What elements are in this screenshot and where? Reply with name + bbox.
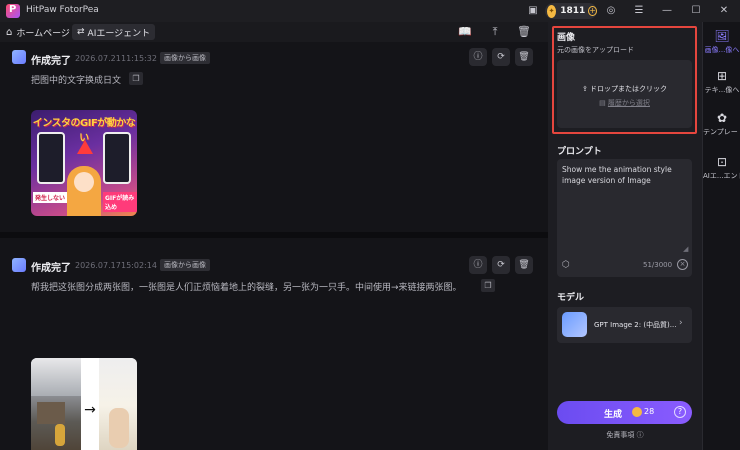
image-arrow: → [84, 402, 96, 418]
rail-label: テキ...像へ [704, 86, 740, 94]
home-label: ホームページ [16, 28, 70, 39]
minimize-icon[interactable]: — [660, 4, 674, 18]
generation-card: 作成完了 2026.07.17 15:02:14 画像から画像 ⓘ ⟳ 🗑 帮我… [0, 238, 548, 450]
rail-label: AIエ...エント [703, 172, 740, 180]
regenerate-button[interactable]: ⟳ [492, 48, 510, 66]
generation-card: 作成完了 2026.07.21 11:15:32 画像から画像 ⓘ ⟳ 🗑 把图… [0, 42, 548, 232]
warning-icon [77, 140, 93, 154]
prompt-textarea[interactable]: Show me the animation style image versio… [557, 159, 692, 277]
char-counter: 51/3000 [643, 261, 673, 269]
result-image[interactable]: インスタのGIFが動かない 発生しない GIFが読み込め [31, 110, 137, 216]
coin-icon: ✦ [547, 4, 557, 18]
notification-icon[interactable]: ▣ [526, 4, 540, 18]
character-face [74, 172, 94, 192]
close-icon[interactable]: ✕ [717, 4, 731, 18]
copy-prompt-button[interactable]: ❐ [481, 279, 495, 292]
prompt-text: 帮我把这张图分成两张图，一张图是人们正烦恼着地上的裂缝，另一张为一只手。中间使用… [31, 283, 462, 293]
generate-cost: 28 [644, 407, 655, 416]
toolbar: ⌂ ホームページ ⇄ AIエージェント 📖 ⤒ 🗑 [0, 22, 548, 42]
chevron-right-icon: › [679, 318, 683, 328]
image-label-left: 発生しない [33, 192, 68, 203]
rail-label: テンプレート [703, 128, 740, 136]
card-date: 2026.07.21 [75, 54, 121, 63]
menu-icon[interactable]: ☰ [632, 4, 646, 18]
maximize-icon[interactable]: ☐ [689, 4, 703, 18]
avatar [12, 258, 26, 272]
clear-prompt-icon[interactable]: × [677, 259, 688, 270]
swap-icon: ⇄ [77, 27, 85, 37]
phone-illustration [37, 132, 65, 184]
credits-count: 1811 [560, 6, 586, 16]
model-selector[interactable]: GPT Image 2: (中品質)... › [557, 307, 692, 343]
mode-tag: 画像から画像 [160, 52, 210, 64]
info-button[interactable]: ⓘ [469, 48, 487, 66]
rail-item-ai-agent[interactable]: ⊡ AIエ...エント [703, 154, 740, 181]
card-time: 11:15:32 [121, 54, 157, 63]
generation-feed: 作成完了 2026.07.21 11:15:32 画像から画像 ⓘ ⟳ 🗑 把图… [0, 42, 548, 450]
card-title: 作成完了 [31, 263, 71, 274]
ai-agent-button[interactable]: ⇄ AIエージェント [72, 24, 156, 40]
delete-button[interactable]: 🗑 [515, 256, 533, 274]
image-label-right: GIFが読み込め [103, 192, 137, 212]
title-bar: HitPaw FotorPea ▣ ✦ 1811 + ◎ ☰ — ☐ ✕ [0, 0, 740, 22]
resize-handle-icon[interactable]: ◢ [683, 245, 688, 253]
avatar [12, 50, 26, 64]
prompt-enhance-icon[interactable]: ⬡ [562, 260, 570, 270]
generate-button[interactable]: 生成 28 ? [557, 401, 692, 424]
regenerate-button[interactable]: ⟳ [492, 256, 510, 274]
highlight-box [552, 26, 697, 134]
result-image[interactable]: → [31, 358, 137, 450]
credits-badge[interactable]: ✦ 1811 + [545, 3, 597, 19]
disclaimer-link[interactable]: 免責事項 ⓘ [548, 430, 702, 440]
home-icon: ⌂ [6, 26, 13, 38]
book-icon[interactable]: 📖 [458, 25, 472, 39]
home-button[interactable]: ⌂ ホームページ [6, 25, 70, 39]
ai-agent-label: AIエージェント [87, 28, 151, 39]
info-button[interactable]: ⓘ [469, 256, 487, 274]
model-name: GPT Image 2: (中品質)... [594, 321, 677, 329]
card-date: 2026.07.17 [75, 261, 121, 270]
card-time: 15:02:14 [121, 261, 157, 270]
trash-icon[interactable]: 🗑 [517, 25, 531, 39]
template-icon: ✿ [716, 111, 728, 125]
model-thumbnail [562, 312, 587, 337]
prompt-section-label: プロンプト [557, 147, 602, 157]
crack-scene-illustration [31, 358, 81, 450]
rail-item-template[interactable]: ✿ テンプレート [703, 110, 740, 137]
delete-button[interactable]: 🗑 [515, 48, 533, 66]
hand-illustration [99, 358, 137, 450]
card-title: 作成完了 [31, 56, 71, 67]
text-to-image-icon: ⊞ [716, 69, 728, 83]
side-rail: 🖼 画像...像へ ⊞ テキ...像へ ✿ テンプレート ⊡ AIエ...エント [702, 22, 740, 450]
coin-icon [632, 407, 642, 417]
phone-illustration [103, 132, 131, 184]
model-section-label: モデル [557, 293, 585, 303]
account-icon[interactable]: ◎ [604, 4, 618, 18]
rail-label: 画像...像へ [704, 46, 740, 54]
ai-agent-icon: ⊡ [716, 155, 728, 169]
mode-tag: 画像から画像 [160, 259, 210, 271]
image-icon: 🖼 [714, 29, 730, 43]
prompt-value: Show me the animation style image versio… [562, 165, 672, 185]
prompt-text: 把图中的文字换成日文 [31, 76, 122, 86]
app-title: HitPaw FotorPea [26, 5, 99, 15]
help-icon[interactable]: ? [674, 406, 686, 418]
rail-item-image-to-image[interactable]: 🖼 画像...像へ [703, 28, 740, 55]
add-credits-icon[interactable]: + [588, 6, 597, 16]
rail-item-text-to-image[interactable]: ⊞ テキ...像へ [703, 68, 740, 95]
scroll-top-icon[interactable]: ⤒ [488, 25, 502, 39]
copy-prompt-button[interactable]: ❐ [129, 72, 143, 85]
info-icon: ⓘ [636, 431, 644, 439]
generate-label: 生成 [604, 410, 623, 420]
app-logo-icon [6, 4, 20, 18]
